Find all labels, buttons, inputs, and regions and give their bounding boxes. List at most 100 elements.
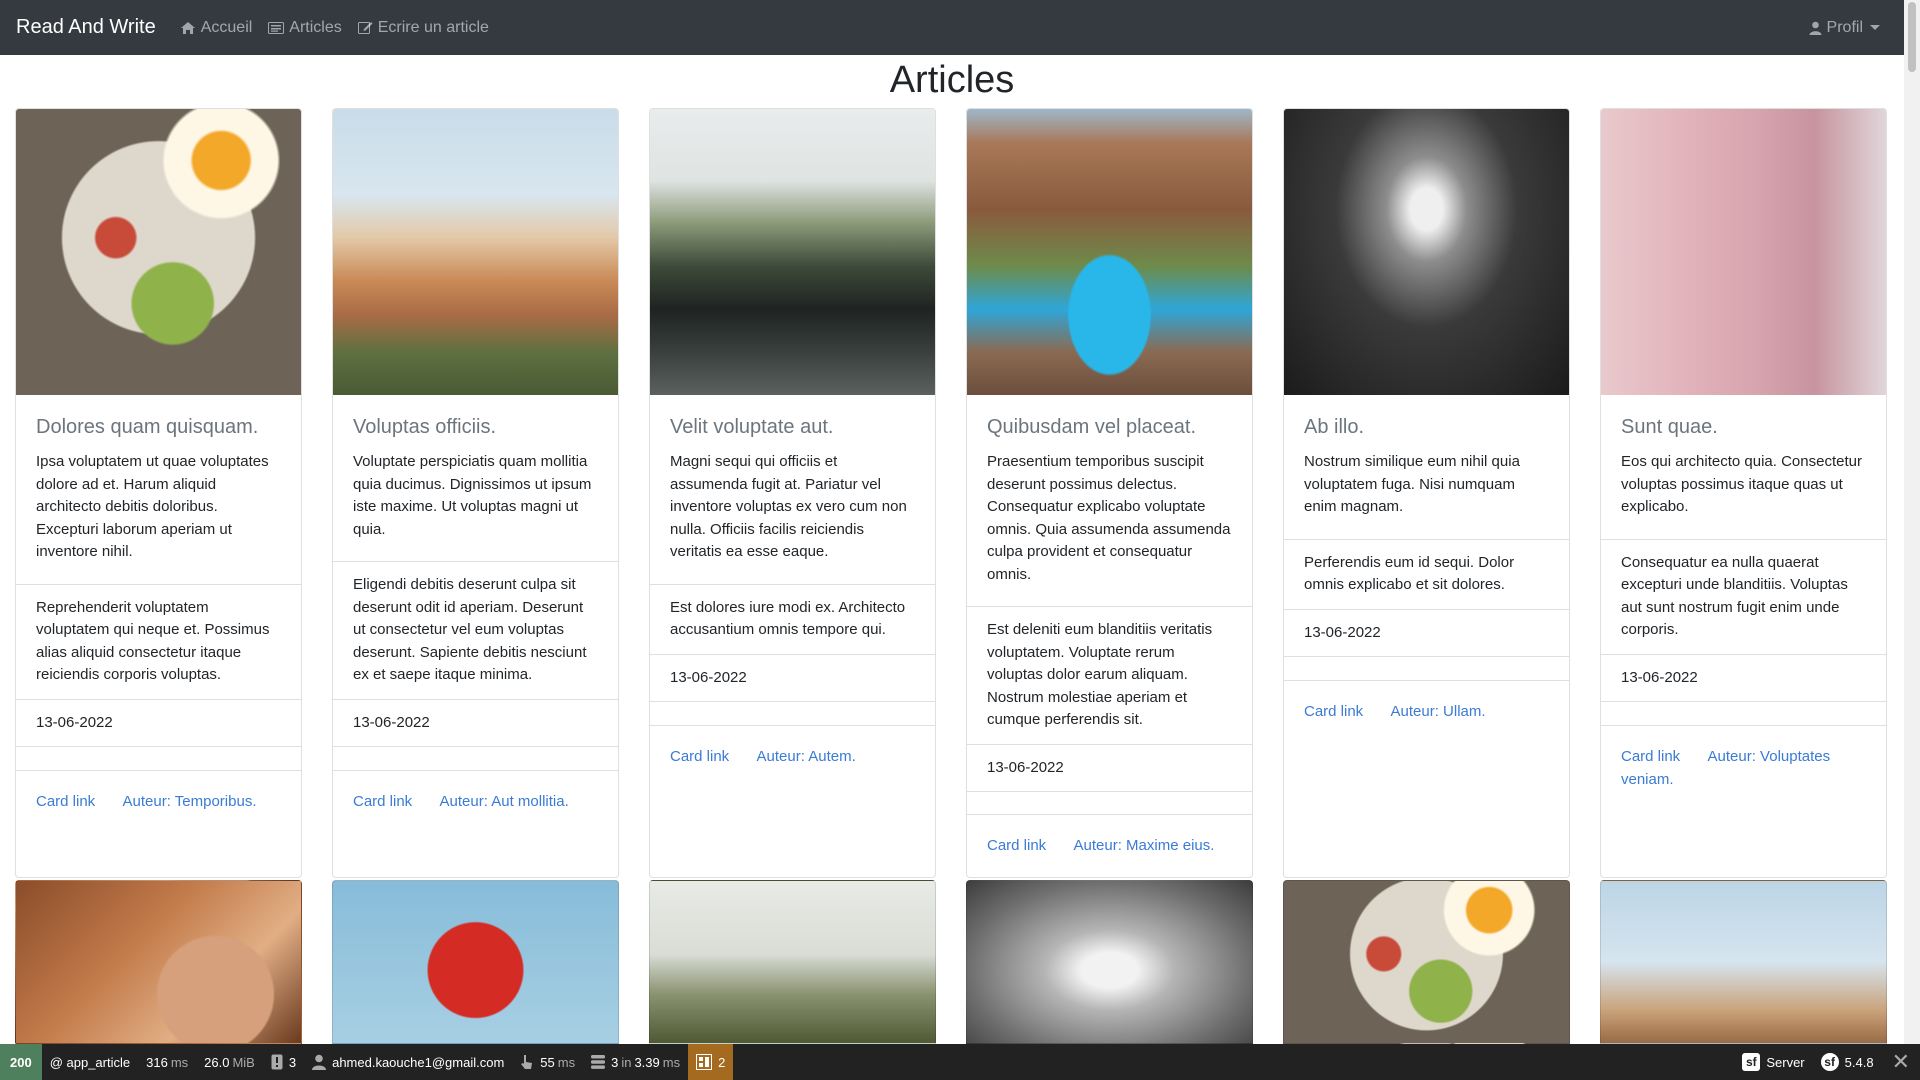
- bright-tunnel-photo: [966, 880, 1253, 1044]
- card-title: Ab illo.: [1304, 416, 1365, 438]
- database-icon: [591, 1054, 606, 1070]
- card-body: Ab illo. Nostrum similique eum nihil qui…: [1284, 395, 1569, 539]
- nav-link-accueil[interactable]: Accueil: [180, 18, 253, 37]
- nav-link-ecrire[interactable]: Ecrire un article: [357, 18, 489, 37]
- card-date: 13-06-2022: [967, 743, 1252, 792]
- card-empty-item: [1284, 656, 1569, 680]
- card-links: Card link Auteur: Aut mollitia.: [333, 770, 618, 877]
- card-empty-item: [333, 746, 618, 770]
- profile-dropdown[interactable]: Profil: [1809, 19, 1880, 37]
- airport-lounge-photo: [650, 109, 935, 395]
- performance-value: 55: [540, 1054, 555, 1070]
- logged-user: ahmed.kaouche1@gmail.com: [332, 1054, 505, 1070]
- performance-unit: ms: [557, 1054, 576, 1070]
- card-body: Voluptas officiis. Voluptate perspiciati…: [333, 395, 618, 561]
- request-time[interactable]: 316 ms: [138, 1044, 196, 1080]
- card-extra-text: Eligendi debitis deserunt culpa sit dese…: [333, 561, 618, 699]
- pink-building-photo: [1601, 109, 1886, 395]
- card-title: Sunt quae.: [1621, 416, 1718, 438]
- card-title: Velit voluptate aut.: [670, 416, 834, 438]
- card-extra-text: Est dolores iure modi ex. Architecto acc…: [650, 583, 935, 654]
- card-link[interactable]: Card link: [987, 837, 1046, 854]
- page-scrollbar[interactable]: [1904, 0, 1920, 1044]
- memory-value: 26.0: [204, 1054, 230, 1070]
- symfony-version-panel[interactable]: sf 5.4.8: [1813, 1044, 1882, 1080]
- profile-label: Profil: [1826, 18, 1863, 36]
- user-icon: [1809, 21, 1822, 35]
- symfony-logo-icon: sf: [1742, 1053, 1761, 1071]
- red-drink-photo: [332, 880, 619, 1044]
- twig-icon: [696, 1054, 713, 1070]
- logs-panel[interactable]: 3: [263, 1044, 304, 1080]
- memory-usage[interactable]: 26.0 MiB: [196, 1044, 263, 1080]
- card-text: Ipsa voluptatem ut quae voluptates dolor…: [36, 453, 269, 560]
- card-text: Eos qui architecto quia. Consectetur vol…: [1621, 453, 1862, 515]
- author-link[interactable]: Auteur: Maxime eius.: [1074, 837, 1215, 854]
- nav-link-articles[interactable]: Articles: [268, 19, 342, 37]
- card-extra-text: Consequatur ea nulla quaerat excepturi u…: [1601, 538, 1886, 654]
- card-link[interactable]: Card link: [1621, 748, 1680, 765]
- memory-unit: MiB: [232, 1054, 255, 1070]
- canyon-waterfall-photo: [967, 109, 1252, 395]
- article-card: Dolores quam quisquam. Ipsa voluptatem u…: [15, 108, 302, 878]
- articles-grid: Dolores quam quisquam. Ipsa voluptatem u…: [15, 108, 1890, 878]
- top-navbar: Read And Write Accueil Articles Ecrire u…: [0, 0, 1904, 55]
- article-card: Sunt quae. Eos qui architecto quia. Cons…: [1600, 108, 1887, 878]
- card-date: 13-06-2022: [1284, 608, 1569, 657]
- route-name[interactable]: @ app_article: [42, 1044, 138, 1080]
- card-body: Sunt quae. Eos qui architecto quia. Cons…: [1601, 395, 1886, 539]
- symfony-logo-icon: sf: [1820, 1053, 1839, 1071]
- close-toolbar-button[interactable]: ✕: [1882, 1044, 1920, 1080]
- caret-down-icon: [1870, 25, 1880, 30]
- card-date: 13-06-2022: [1601, 653, 1886, 702]
- db-query-count: 3: [611, 1054, 619, 1070]
- database-panel[interactable]: 3 in 3.39 ms: [583, 1044, 688, 1080]
- card-link[interactable]: Card link: [1304, 703, 1363, 720]
- card-date: 13-06-2022: [16, 698, 301, 747]
- logs-icon: [271, 1054, 283, 1070]
- newspaper-icon: [268, 21, 285, 34]
- author-link[interactable]: Auteur: Autem.: [757, 748, 856, 765]
- hand-pointer-icon: [520, 1054, 534, 1070]
- author-link[interactable]: Auteur: Aut mollitia.: [440, 793, 569, 810]
- card-empty-item: [1601, 701, 1886, 725]
- article-card: Quibusdam vel placeat. Praesentium tempo…: [966, 108, 1253, 878]
- card-body: Velit voluptate aut. Magni sequi qui off…: [650, 395, 935, 584]
- twig-panel[interactable]: 2: [688, 1044, 734, 1080]
- card-extra-text: Perferendis eum id sequi. Dolor omnis ex…: [1284, 538, 1569, 609]
- card-body: Quibusdam vel placeat. Praesentium tempo…: [967, 395, 1252, 606]
- escalator-tunnel-photo: [1284, 109, 1569, 395]
- card-links: Card link Auteur: Autem.: [650, 725, 935, 877]
- card-title: Quibusdam vel placeat.: [987, 416, 1197, 438]
- article-card: Voluptas officiis. Voluptate perspiciati…: [332, 108, 619, 878]
- performance-panel[interactable]: 55 ms: [512, 1044, 583, 1080]
- security-panel[interactable]: ahmed.kaouche1@gmail.com: [304, 1044, 512, 1080]
- breakfast-plate-photo: [16, 109, 301, 395]
- card-text: Praesentium temporibus suscipit deserunt…: [987, 453, 1231, 583]
- card-extra-text: Reprehenderit voluptatem voluptatem qui …: [16, 583, 301, 699]
- author-link[interactable]: Auteur: Temporibus.: [123, 793, 257, 810]
- mother-baby-photo: [15, 880, 302, 1044]
- article-card: Velit voluptate aut. Magni sequi qui off…: [649, 108, 936, 878]
- card-link[interactable]: Card link: [670, 748, 729, 765]
- card-text: Voluptate perspiciatis quam mollitia qui…: [353, 453, 592, 538]
- nav-link-label: Accueil: [200, 18, 253, 36]
- card-empty-item: [16, 746, 301, 770]
- card-links: Card link Auteur: Maxime eius.: [967, 813, 1252, 878]
- home-icon: [180, 21, 196, 35]
- debug-toolbar: 200 @ app_article 316 ms 26.0 MiB 3 ahme…: [0, 1044, 1920, 1080]
- user-icon: [312, 1054, 327, 1070]
- card-date: 13-06-2022: [333, 698, 618, 747]
- card-empty-item: [967, 791, 1252, 814]
- card-body: Dolores quam quisquam. Ipsa voluptatem u…: [16, 395, 301, 584]
- brand-link[interactable]: Read And Write: [16, 16, 156, 39]
- scrollbar-thumb[interactable]: [1908, 2, 1916, 72]
- article-card: Ab illo. Nostrum similique eum nihil qui…: [1283, 108, 1570, 878]
- card-link[interactable]: Card link: [36, 793, 95, 810]
- author-link[interactable]: Auteur: Ullam.: [1391, 703, 1486, 720]
- status-code-badge[interactable]: 200: [0, 1044, 42, 1080]
- nav-link-label: Ecrire un article: [377, 18, 489, 36]
- card-empty-item: [650, 701, 935, 725]
- server-panel[interactable]: sf Server: [1734, 1044, 1812, 1080]
- card-link[interactable]: Card link: [353, 793, 412, 810]
